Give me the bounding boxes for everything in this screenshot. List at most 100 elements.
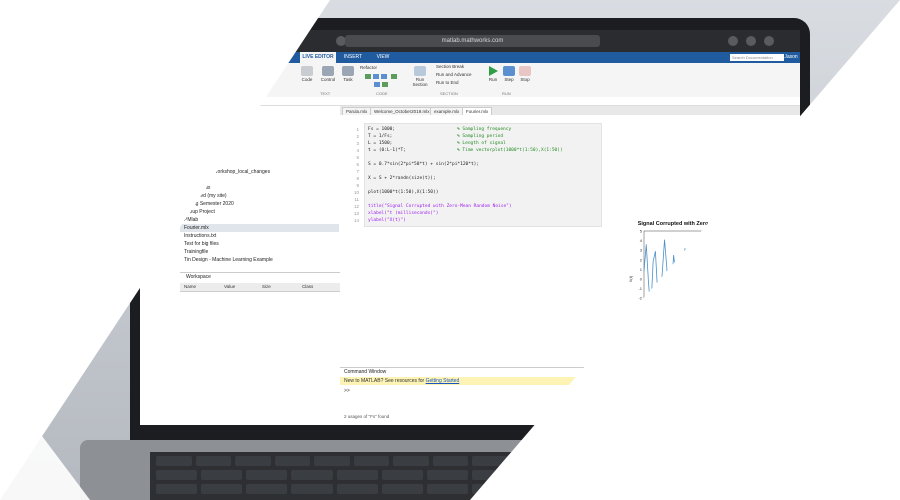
code-icon bbox=[301, 66, 313, 76]
y-tick-label: 2 bbox=[640, 257, 643, 262]
code-line[interactable]: plot(1000*t(1:50),X(1:50)) bbox=[368, 190, 438, 195]
run-label: Run bbox=[488, 77, 498, 82]
tab-view[interactable]: VIEW bbox=[372, 52, 394, 63]
line-number: 12 bbox=[353, 204, 359, 209]
line-number: 8 bbox=[356, 176, 359, 181]
laptop-screen: matlab.mathworks.com LIVE EDITOR INSERT … bbox=[140, 30, 800, 425]
code-comment: % Sampling period bbox=[457, 134, 504, 139]
line-number: 6 bbox=[356, 162, 359, 167]
line-number: 2 bbox=[356, 134, 359, 139]
toolstrip-tabs: LIVE EDITOR INSERT VIEW Search Documenta… bbox=[140, 52, 800, 63]
stop-button[interactable]: Stop bbox=[518, 66, 532, 82]
share-icon[interactable] bbox=[728, 36, 738, 46]
refactor-button[interactable]: Refactor bbox=[360, 65, 400, 70]
tabs-icon[interactable] bbox=[764, 36, 774, 46]
run-button[interactable]: Run bbox=[486, 66, 500, 82]
column-class[interactable]: Class bbox=[302, 283, 313, 291]
y-axis-label: X(t) bbox=[628, 275, 633, 282]
command-window[interactable]: Command Window New to MATLAB? See resour… bbox=[340, 367, 800, 425]
command-window-title: Command Window bbox=[344, 369, 387, 375]
group-label-text: TEXT bbox=[320, 91, 331, 96]
column-name[interactable]: Name bbox=[184, 283, 196, 291]
current-folder-path[interactable]: Drive bbox=[140, 97, 800, 106]
user-name[interactable]: Jason bbox=[784, 52, 798, 63]
file-item[interactable]: Parula2.mlx bbox=[184, 184, 210, 192]
run-section-label: Run Section bbox=[412, 77, 428, 87]
code-button[interactable]: Code bbox=[298, 66, 316, 82]
code-comment: % Time vectorplot(1000*t(1:50),X(1:50)) bbox=[457, 148, 563, 153]
getting-started-link[interactable]: Getting Started bbox=[426, 378, 460, 384]
x-tick-label: 50 bbox=[756, 328, 761, 333]
file-item-selected[interactable]: Fourier.mlx bbox=[180, 224, 339, 232]
file-item[interactable]: Project bbox=[184, 160, 200, 168]
x-tick-label: 40 bbox=[733, 328, 738, 333]
command-prompt[interactable]: >> bbox=[344, 388, 350, 394]
search-documentation-input[interactable]: Search Documentation bbox=[730, 54, 784, 61]
group-label-code: CODE bbox=[376, 91, 388, 96]
run-and-advance-label: Run and Advance bbox=[436, 72, 472, 77]
step-button[interactable]: Step bbox=[502, 66, 516, 82]
code-line[interactable]: T = 1/Fs; bbox=[368, 134, 392, 139]
run-section-button[interactable]: Run Section bbox=[408, 66, 432, 87]
code-line[interactable]: L = 1500; bbox=[368, 141, 392, 146]
file-item[interactable]: ineLearning_Workshop_local_changes bbox=[184, 168, 270, 176]
chart-title: Signal Corrupted with Zero-Mean Random N… bbox=[638, 221, 764, 227]
group-label-section: SECTION bbox=[440, 91, 458, 96]
code-line[interactable]: X = S + 2*randn(size(t)); bbox=[368, 176, 436, 181]
task-button[interactable]: Task bbox=[340, 66, 356, 82]
refactor-label: Refactor bbox=[360, 65, 378, 70]
control-label: Control bbox=[320, 77, 336, 82]
column-value[interactable]: Value bbox=[224, 283, 235, 291]
file-item[interactable]: Instructions.txt bbox=[184, 232, 216, 240]
toolstrip-ribbon: Code Control Task Refactor Run Section S… bbox=[140, 63, 800, 98]
code-line[interactable]: ylabel("X(t)") bbox=[368, 218, 406, 223]
file-item[interactable]: Published (my site) bbox=[184, 192, 227, 200]
code-line[interactable]: xlabel("t (milliseconds)") bbox=[368, 211, 438, 216]
code-line[interactable]: title("Signal Corrupted with Zero-Mean R… bbox=[368, 204, 512, 209]
step-label: Step bbox=[504, 77, 514, 82]
file-item[interactable]: PMlab bbox=[184, 216, 198, 224]
file-item[interactable]: Test for big files bbox=[184, 240, 219, 248]
plot-area bbox=[643, 230, 759, 328]
workspace-title: Workspace bbox=[186, 274, 211, 280]
task-icon bbox=[342, 66, 354, 76]
tab-live-editor[interactable]: LIVE EDITOR bbox=[300, 52, 336, 63]
line-number: 11 bbox=[354, 197, 359, 202]
key-row bbox=[156, 484, 784, 494]
line-number: 3 bbox=[356, 141, 359, 146]
workspace-header: Name Value Size Class bbox=[180, 283, 340, 292]
code-block[interactable]: 1 Fs = 1000; % Sampling frequency 2 T = 1/Fs… bbox=[354, 123, 602, 227]
key-row bbox=[156, 456, 784, 466]
signal-plot[interactable]: Signal Corrupted with Zero-Mean Random N… bbox=[628, 217, 764, 341]
line-number: 7 bbox=[356, 169, 359, 174]
file-item[interactable]: und Support Packages bbox=[184, 110, 235, 118]
column-size[interactable]: Size bbox=[262, 283, 271, 291]
code-line[interactable]: t = (0:L-1)*T; bbox=[368, 148, 406, 153]
run-icon bbox=[488, 66, 498, 76]
code-line[interactable]: S = 0.7*sin(2*pi*50*t) + sin(2*pi*120*t)… bbox=[368, 162, 479, 167]
code-line[interactable]: Fs = 1000; bbox=[368, 127, 395, 132]
file-item[interactable]: Tin Design - Machine Learning Example bbox=[184, 256, 273, 264]
address-bar[interactable]: matlab.mathworks.com bbox=[345, 35, 600, 47]
y-tick-label: 0 bbox=[640, 277, 643, 282]
getting-started-notice: New to MATLAB? See resources for Getting… bbox=[340, 377, 800, 385]
editor-tab-strip: Parula.mlx Welcome_October2019.mlx examp… bbox=[340, 106, 800, 116]
line-number: 9 bbox=[356, 183, 359, 188]
tab-insert[interactable]: INSERT bbox=[340, 52, 366, 63]
new-tab-icon[interactable] bbox=[746, 36, 756, 46]
file-item[interactable]: Group Project bbox=[184, 208, 215, 216]
overlay-band-corner bbox=[0, 380, 90, 500]
code-format-icons bbox=[362, 73, 400, 89]
live-editor[interactable]: 1 Fs = 1000; % Sampling frequency 2 T = 1/Fs… bbox=[340, 115, 611, 367]
line-number: 13 bbox=[353, 211, 359, 216]
y-tick-label: 5 bbox=[640, 229, 643, 234]
workspace-panel: Workspace Name Value Size Class bbox=[180, 272, 340, 423]
key-row bbox=[156, 470, 784, 480]
y-tick-label: -4 bbox=[638, 315, 642, 320]
file-item[interactable]: Spring Semester 2020 bbox=[184, 200, 234, 208]
file-item[interactable]: ands bbox=[184, 176, 195, 184]
file-item[interactable]: Trainingfile bbox=[184, 248, 208, 256]
step-icon bbox=[503, 66, 515, 76]
control-button[interactable]: Control bbox=[318, 66, 338, 82]
control-icon bbox=[322, 66, 334, 76]
